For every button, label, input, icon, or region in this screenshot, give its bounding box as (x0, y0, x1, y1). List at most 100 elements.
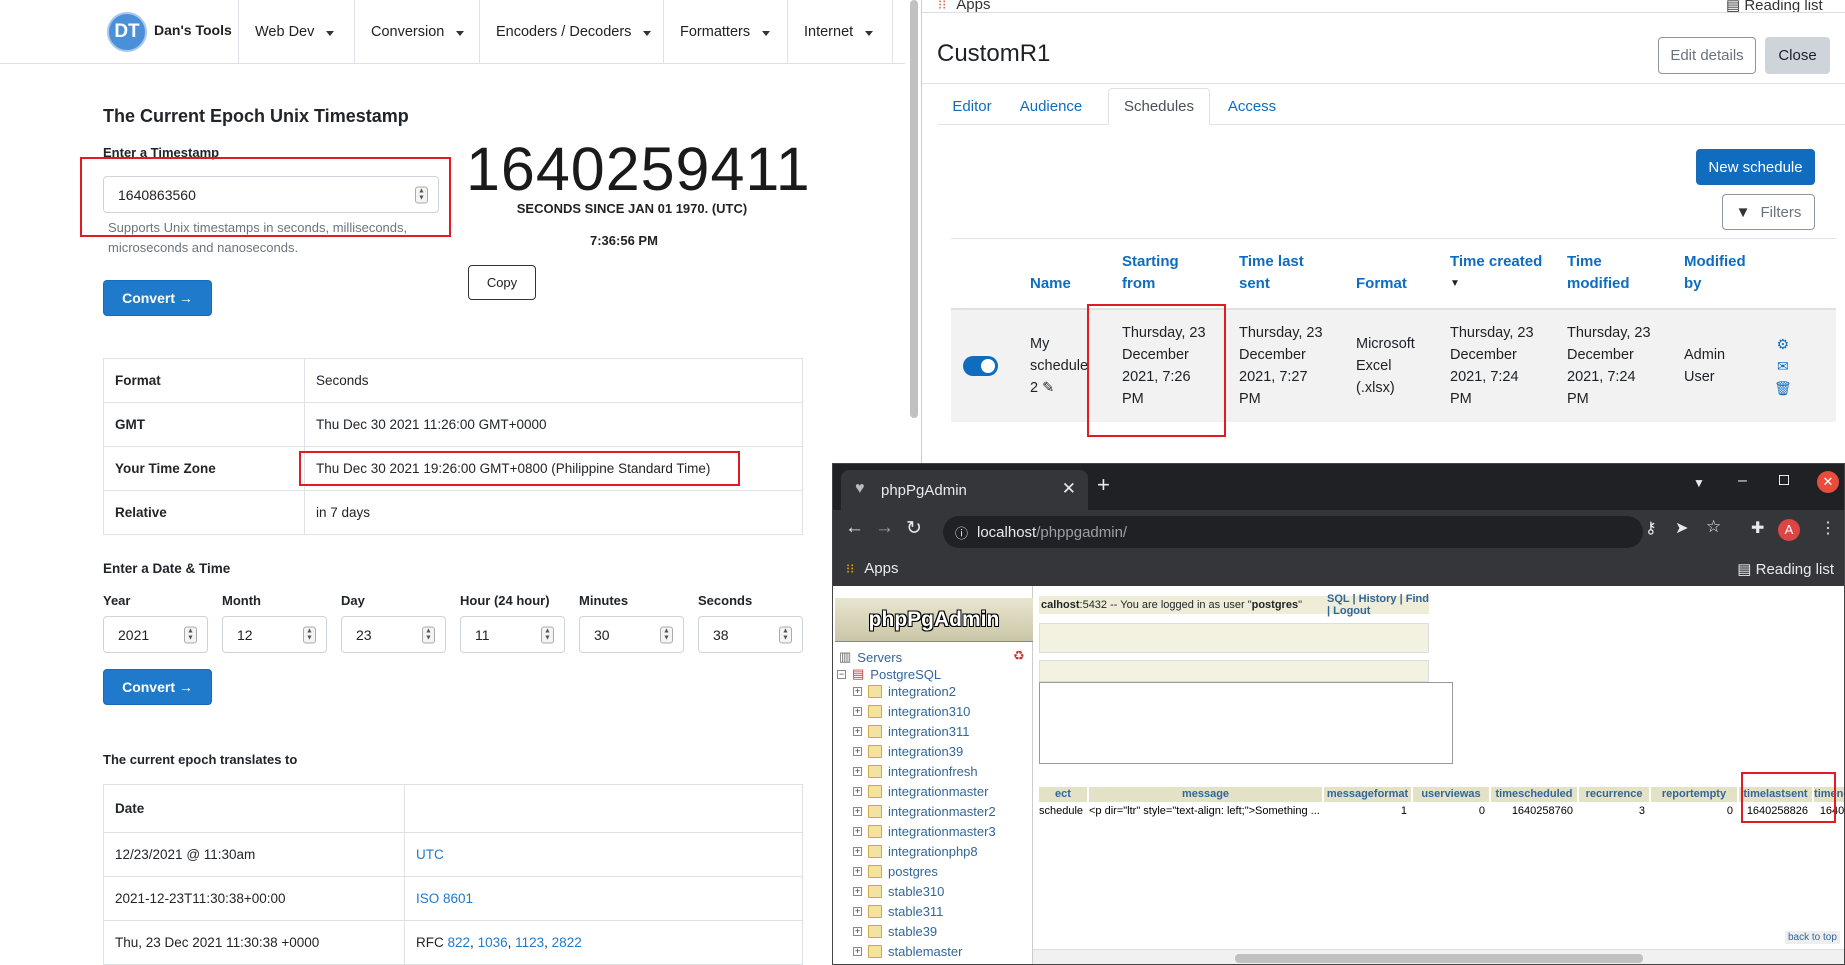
chevron-down-icon[interactable]: ▼ (1693, 476, 1705, 490)
col-starting-from[interactable]: Starting from (1122, 251, 1179, 295)
apps-bookmark[interactable]: ⁝⁝ Apps (846, 560, 898, 577)
expand-icon[interactable]: + (853, 826, 862, 836)
enabled-toggle[interactable] (963, 356, 998, 376)
filters-button[interactable]: ▼ Filters (1722, 194, 1815, 230)
spinner-icon[interactable]: ▲ ▼ (422, 626, 435, 643)
spinner-icon[interactable]: ▲ ▼ (303, 626, 316, 643)
expand-icon[interactable]: + (853, 686, 862, 696)
expand-icon[interactable]: + (853, 786, 862, 796)
date-field-input[interactable]: 11 ▲ ▼ (460, 616, 565, 653)
tree-database[interactable]: + stablemaster (853, 941, 962, 961)
reload-icon[interactable]: ↻ (906, 517, 922, 540)
tab-access[interactable]: Access (1220, 88, 1284, 124)
expand-icon[interactable]: + (853, 706, 862, 716)
url-field[interactable]: ⓘ localhost/phppgadmin/ (943, 516, 1643, 548)
spinner-icon[interactable]: ▲ ▼ (779, 626, 792, 643)
pg-logo[interactable]: phpPgAdmin (835, 598, 1033, 642)
sql-link[interactable]: SQL (1327, 593, 1349, 605)
grid-column-header[interactable]: ect (1039, 787, 1087, 802)
col-name[interactable]: Name (1030, 273, 1071, 295)
reading-list[interactable]: ▤ Reading list (1737, 560, 1834, 578)
date-field-input[interactable]: 2021 ▲ ▼ (103, 616, 208, 653)
grid-column-header[interactable]: userviewas (1413, 787, 1489, 802)
spinner-icon[interactable]: ▲ ▼ (184, 626, 197, 643)
col-time-last-sent[interactable]: Time last sent (1239, 251, 1304, 295)
expand-icon[interactable]: + (853, 766, 862, 776)
nav-conversion[interactable]: Conversion (354, 0, 479, 63)
tree-database[interactable]: + integrationfresh (853, 761, 978, 781)
date-field-input[interactable]: 12 ▲ ▼ (222, 616, 327, 653)
col-time-modified[interactable]: Time modified (1567, 251, 1630, 295)
collapse-icon[interactable]: − (837, 669, 846, 679)
tree-database[interactable]: + stable310 (853, 881, 944, 901)
browser-tab[interactable]: ♥ phpPgAdmin ✕ (841, 470, 1088, 510)
back-to-top-link[interactable]: back to top (1785, 931, 1840, 944)
iso-link[interactable]: ISO 8601 (416, 891, 473, 906)
tree-database[interactable]: + integrationphp8 (853, 841, 978, 861)
gear-icon[interactable]: ⚙ (1774, 333, 1792, 355)
refresh-icon[interactable]: ♻ (1013, 648, 1025, 664)
edit-details-button[interactable]: Edit details (1658, 37, 1756, 74)
expand-icon[interactable]: + (853, 946, 862, 956)
grid-column-header[interactable]: messageformat (1324, 787, 1411, 802)
tree-database[interactable]: + stable311 (853, 901, 943, 921)
col-modified-by[interactable]: Modified by (1684, 251, 1746, 295)
spinner-icon[interactable]: ▲ ▼ (541, 626, 554, 643)
grid-column-header[interactable]: reportempty (1651, 787, 1737, 802)
expand-icon[interactable]: + (853, 746, 862, 756)
tree-database[interactable]: + integration39 (853, 741, 963, 761)
tree-database[interactable]: + stable39 (853, 921, 937, 941)
back-icon[interactable]: ← (845, 517, 864, 539)
minimize-icon[interactable]: – (1738, 472, 1747, 490)
schedule-name[interactable]: My schedule 2 ✎ (1030, 333, 1088, 399)
copy-button[interactable]: Copy (468, 265, 536, 300)
nav-encoders-decoders[interactable]: Encoders / Decoders (479, 0, 663, 63)
page-scrollbar[interactable] (910, 0, 918, 418)
star-icon[interactable]: ☆ (1706, 517, 1721, 537)
convert-date-button[interactable]: Convert → (103, 669, 212, 705)
tab-editor[interactable]: Editor (938, 88, 1006, 124)
expand-icon[interactable]: + (853, 866, 862, 876)
find-link[interactable]: Find (1406, 593, 1429, 605)
tree-database[interactable]: + postgres (853, 861, 938, 881)
new-schedule-button[interactable]: New schedule (1696, 149, 1815, 185)
rfc-link[interactable]: 1123 (515, 935, 544, 950)
sql-textarea[interactable] (1039, 682, 1453, 764)
trash-icon[interactable]: 🗑 (1774, 377, 1792, 399)
expand-icon[interactable]: + (853, 906, 862, 916)
logo-badge[interactable]: DT (107, 12, 147, 52)
close-tab-icon[interactable]: ✕ (1062, 479, 1076, 499)
utc-link[interactable]: UTC (416, 847, 444, 862)
nav-formatters[interactable]: Formatters (663, 0, 787, 63)
new-tab-icon[interactable]: + (1097, 472, 1110, 498)
horizontal-scrollbar[interactable] (1033, 949, 1844, 964)
envelope-icon[interactable]: ✉ (1774, 355, 1792, 377)
maximize-icon[interactable] (1779, 475, 1789, 485)
rfc-link[interactable]: 2822 (552, 935, 582, 950)
close-button[interactable]: Close (1765, 37, 1830, 74)
expand-icon[interactable]: + (853, 806, 862, 816)
expand-icon[interactable]: + (853, 886, 862, 896)
nav-web-dev[interactable]: Web Dev (238, 0, 354, 63)
grid-column-header[interactable]: recurrence (1579, 787, 1649, 802)
tree-database[interactable]: + integration311 (853, 721, 969, 741)
tab-schedules[interactable]: Schedules (1108, 88, 1210, 125)
spinner-icon[interactable]: ▲ ▼ (660, 626, 673, 643)
date-field-input[interactable]: 38 ▲ ▼ (698, 616, 803, 653)
rfc-link[interactable]: 1036 (478, 935, 508, 950)
avatar[interactable]: A (1778, 519, 1800, 541)
nav-internet[interactable]: Internet (787, 0, 893, 63)
rfc-link[interactable]: 822 (448, 935, 471, 950)
tree-database[interactable]: + integration2 (853, 681, 956, 701)
scroll-thumb[interactable] (1235, 954, 1643, 963)
key-icon[interactable]: ⚷ (1645, 518, 1657, 538)
grid-column-header[interactable]: timescheduled (1491, 787, 1577, 802)
tree-database[interactable]: + integration310 (853, 701, 970, 721)
grid-column-header[interactable]: message (1089, 787, 1322, 802)
send-icon[interactable]: ➤ (1675, 518, 1688, 538)
tree-database[interactable]: + integrationmaster3 (853, 821, 996, 841)
tree-database[interactable]: + integrationmaster2 (853, 801, 996, 821)
date-field-input[interactable]: 30 ▲ ▼ (579, 616, 684, 653)
logo-text[interactable]: Dan's Tools (154, 22, 232, 38)
tab-audience[interactable]: Audience (1010, 88, 1092, 124)
